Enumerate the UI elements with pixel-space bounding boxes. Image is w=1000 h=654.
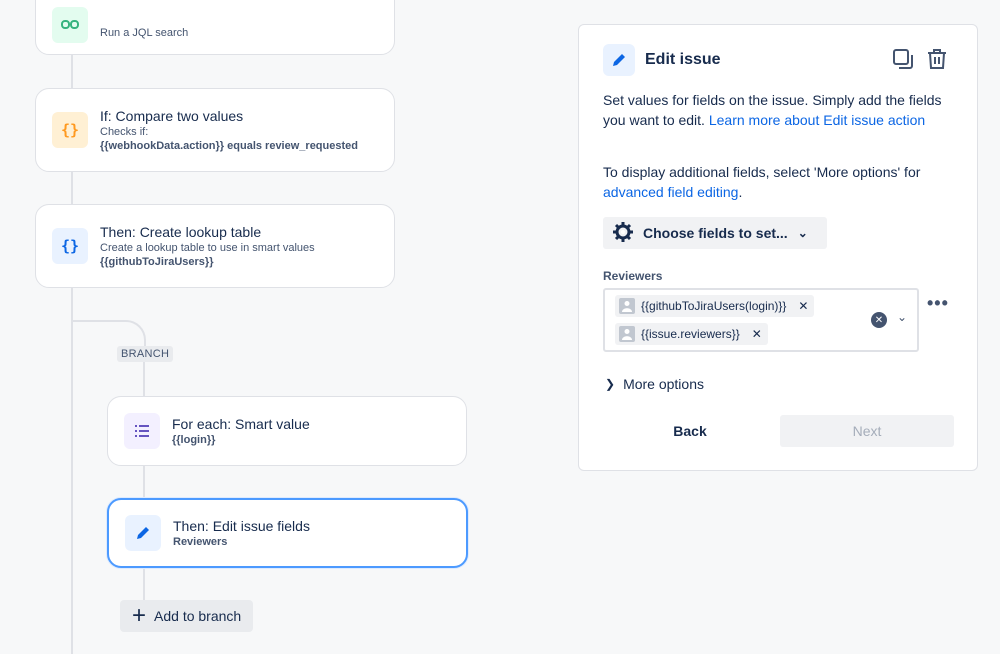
copy-icon[interactable] <box>891 47 915 71</box>
card-detail: {{login}} <box>172 434 216 446</box>
more-info-period: . <box>738 184 743 200</box>
pencil-icon <box>603 44 635 76</box>
trash-icon[interactable] <box>925 47 949 71</box>
panel-intro: Set values for fields on the issue. Simp… <box>603 90 953 130</box>
choose-fields-button[interactable]: Choose fields to set... ⌄ <box>603 217 827 249</box>
flow-connector <box>71 54 73 90</box>
learn-more-link[interactable]: Learn more about Edit issue action <box>709 112 925 128</box>
more-actions-icon[interactable]: ••• <box>927 293 949 314</box>
user-avatar-icon <box>619 298 635 314</box>
component-card-for-each[interactable]: For each: Smart value {{login}} <box>107 396 467 466</box>
panel-title: Edit issue <box>645 51 721 68</box>
clear-icon[interactable]: ✕ <box>871 312 887 328</box>
plus-icon: + <box>132 602 147 629</box>
more-options-label: More options <box>623 376 704 392</box>
add-to-branch-button[interactable]: + Add to branch <box>120 600 254 632</box>
edit-issue-panel: Edit issue Set values for fields on the … <box>578 24 978 471</box>
panel-header: Edit issue <box>603 44 721 76</box>
card-detail: {{githubToJiraUsers}} <box>100 256 214 268</box>
card-title: If: Compare two values <box>100 108 244 124</box>
chevron-down-icon: ⌄ <box>797 226 808 240</box>
card-detail: {{webhookData.action}} equals review_req… <box>100 140 358 152</box>
reviewer-tag: {{issue.reviewers}} ✕ <box>615 323 768 345</box>
remove-tag-icon[interactable]: ✕ <box>798 299 808 313</box>
reviewers-multiselect[interactable]: {{githubToJiraUsers(login)}} ✕ {{issue.r… <box>603 288 919 352</box>
chevron-down-icon[interactable]: ⌄ <box>897 310 907 324</box>
card-title: Then: Create lookup table <box>100 224 262 240</box>
branch-lozenge: BRANCH <box>117 346 174 362</box>
gear-icon <box>613 221 633 245</box>
reviewer-tag: {{githubToJiraUsers(login)}} ✕ <box>615 295 815 317</box>
panel-more-info: To display additional fields, select 'Mo… <box>603 162 953 202</box>
card-title: Then: Edit issue fields <box>173 518 310 534</box>
pencil-icon <box>125 515 161 551</box>
more-options-toggle[interactable]: ❯ More options <box>605 376 704 392</box>
next-button[interactable]: Next <box>780 415 954 447</box>
jql-search-icon <box>52 7 88 43</box>
flow-connector <box>71 170 73 206</box>
card-subtitle: Run a JQL search <box>100 27 189 39</box>
remove-tag-icon[interactable]: ✕ <box>752 327 762 341</box>
component-card-lookup[interactable]: {} Then: Create lookup table Create a lo… <box>35 204 395 288</box>
reviewer-tag-label: {{issue.reviewers}} <box>641 327 740 341</box>
component-card-edit-issue[interactable]: Then: Edit issue fields Reviewers <box>107 498 468 568</box>
back-button[interactable]: Back <box>603 415 777 447</box>
lookup-braces-icon: {} <box>52 228 88 264</box>
user-avatar-icon <box>619 326 635 342</box>
panel-actions <box>891 47 949 71</box>
more-info-text: To display additional fields, select 'Mo… <box>603 164 921 180</box>
card-subtitle: Create a lookup table to use in smart va… <box>100 242 315 254</box>
condition-braces-icon: {} <box>52 112 88 148</box>
reviewer-tag-label: {{githubToJiraUsers(login)}} <box>641 299 787 313</box>
list-icon <box>124 413 160 449</box>
component-card-jql[interactable]: Run a JQL search <box>35 0 395 55</box>
branch-connector <box>143 464 145 500</box>
card-detail: Reviewers <box>173 536 228 548</box>
choose-fields-label: Choose fields to set... <box>643 225 788 241</box>
card-title: For each: Smart value <box>172 416 310 432</box>
reviewers-label: Reviewers <box>603 269 663 283</box>
add-to-branch-label: Add to branch <box>154 608 242 624</box>
advanced-field-editing-link[interactable]: advanced field editing <box>603 184 738 200</box>
automation-canvas: Run a JQL search {} If: Compare two valu… <box>0 0 1000 654</box>
card-subtitle: Checks if: <box>100 126 149 138</box>
branch-connector <box>143 566 145 602</box>
component-card-condition[interactable]: {} If: Compare two values Checks if: {{w… <box>35 88 395 172</box>
chevron-right-icon: ❯ <box>605 377 616 391</box>
